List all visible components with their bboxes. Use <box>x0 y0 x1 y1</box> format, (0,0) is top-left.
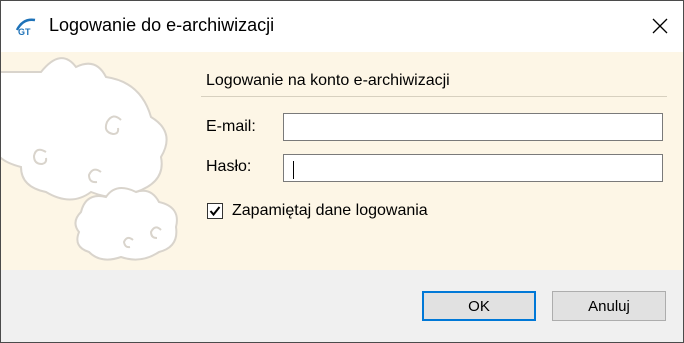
svg-text:GT: GT <box>18 27 31 36</box>
email-field[interactable] <box>283 113 663 141</box>
button-bar: OK Anuluj <box>1 270 683 342</box>
login-group-title: Logowanie na konto e-archiwizacji <box>206 72 450 89</box>
window-title: Logowanie do e-archiwizacji <box>49 15 275 35</box>
remember-label[interactable]: Zapamiętaj dane logowania <box>232 202 428 220</box>
login-dialog: GT Logowanie do e-archiwizacji Logowanie… <box>0 0 684 343</box>
checkmark-icon <box>209 206 221 217</box>
gt-logo-icon: GT <box>15 18 36 36</box>
close-button[interactable] <box>637 1 683 51</box>
clouds-decoration <box>1 57 178 261</box>
remember-checkbox[interactable] <box>207 203 223 219</box>
title-bar[interactable]: GT Logowanie do e-archiwizacji <box>1 1 683 51</box>
close-icon <box>652 18 668 34</box>
cancel-button[interactable]: Anuluj <box>552 291 666 321</box>
group-divider <box>201 96 667 97</box>
text-caret <box>293 161 294 179</box>
password-field[interactable] <box>283 154 663 182</box>
password-label: Hasło: <box>206 158 252 175</box>
ok-button[interactable]: OK <box>422 291 536 321</box>
dialog-content: Logowanie na konto e-archiwizacji E-mail… <box>1 52 683 270</box>
email-label: E-mail: <box>206 118 256 135</box>
